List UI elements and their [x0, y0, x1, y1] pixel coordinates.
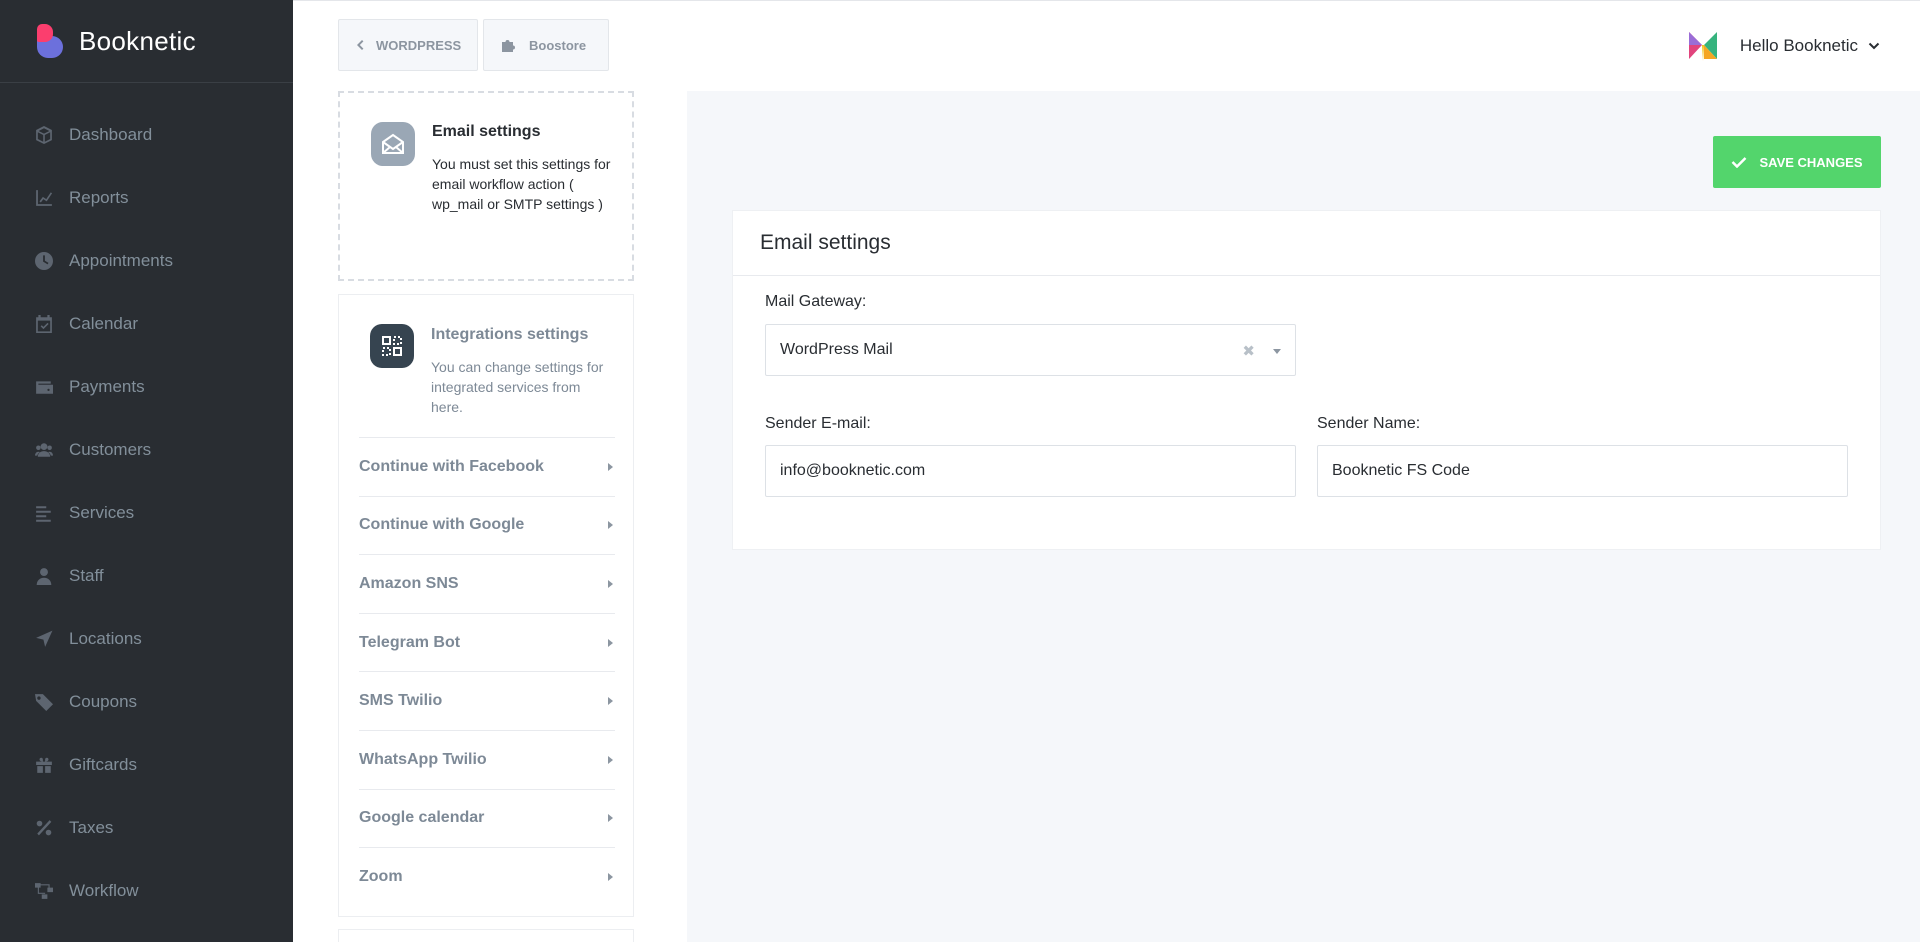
email-settings-card[interactable]: Email settings You must set this setting… — [338, 91, 634, 281]
sidebar-item-services[interactable]: Services — [0, 481, 293, 544]
sidebar-item-label: Coupons — [69, 691, 138, 711]
sender-name-label: Sender Name: — [1317, 415, 1421, 432]
user-menu[interactable]: Hello Booknetic — [1688, 29, 1880, 63]
integrations-settings-card[interactable]: Integrations settings You can change set… — [338, 294, 634, 917]
puzzle-icon — [502, 40, 515, 52]
sidebar-item-staff[interactable]: Staff — [0, 544, 293, 607]
users-icon — [35, 441, 53, 459]
sidebar-item-dashboard[interactable]: Dashboard — [0, 103, 293, 166]
sidebar-item-giftcards[interactable]: Giftcards — [0, 733, 293, 796]
sidebar-item-label: Giftcards — [69, 754, 138, 774]
sidebar-item-coupons[interactable]: Coupons — [0, 670, 293, 733]
mail-gateway-select[interactable]: WordPress Mail ✖ — [765, 324, 1296, 376]
sidebar-item-locations[interactable]: Locations — [0, 607, 293, 670]
clear-icon[interactable]: ✖ — [1242, 342, 1255, 360]
gift-icon — [35, 756, 53, 774]
email-settings-panel: Email settings Mail Gateway: WordPress M… — [732, 210, 1881, 550]
email-settings-title: Email settings — [432, 123, 541, 140]
sidebar-item-payments[interactable]: Payments — [0, 355, 293, 418]
percent-icon — [35, 819, 53, 837]
sidebar-item-appointments[interactable]: Appointments — [0, 229, 293, 292]
next-settings-card[interactable] — [338, 929, 634, 942]
integration-item-sms-twilio[interactable]: SMS Twilio — [359, 671, 615, 730]
integrations-icon — [370, 324, 414, 368]
chevron-left-icon — [357, 40, 364, 50]
tag-icon — [35, 693, 53, 711]
sidebar-item-reports[interactable]: Reports — [0, 166, 293, 229]
sender-email-label: Sender E-mail: — [765, 415, 871, 432]
integrations-settings-description: You can change settings for integrated s… — [431, 359, 604, 415]
sender-name-field[interactable]: Booknetic FS Code — [1317, 445, 1848, 497]
wordpress-back-button[interactable]: WORDPRESS — [338, 19, 478, 71]
integration-item-amazon-sns[interactable]: Amazon SNS — [359, 554, 615, 613]
sender-email-value: info@booknetic.com — [780, 462, 926, 479]
calendar-check-icon — [35, 314, 53, 333]
caret-right-icon — [608, 462, 613, 471]
sidebar-item-label: Reports — [69, 187, 129, 207]
clock-icon — [35, 251, 53, 270]
sidebar-item-label: Staff — [69, 565, 104, 585]
user-greeting: Hello Booknetic — [1739, 36, 1858, 55]
sidebar-item-label: Services — [69, 502, 135, 522]
sidebar-item-label: Dashboard — [69, 124, 153, 144]
caret-right-icon — [608, 521, 613, 530]
chevron-down-icon — [1868, 42, 1880, 50]
integrations-settings-title: Integrations settings — [431, 326, 589, 343]
boostore-label: Boostore — [529, 37, 587, 53]
caret-right-icon — [608, 697, 613, 706]
sidebar-item-workflow[interactable]: Workflow — [0, 859, 293, 922]
email-settings-description: You must set this settings for email wor… — [432, 156, 611, 212]
location-arrow-icon — [35, 630, 53, 648]
sidebar: Booknetic Dashboard Reports Appointments… — [0, 0, 293, 942]
save-changes-button[interactable]: SAVE CHANGES — [1713, 136, 1881, 188]
list-icon — [35, 504, 53, 522]
envelope-open-icon — [371, 122, 415, 166]
sidebar-item-label: Workflow — [69, 880, 139, 900]
integration-item-whatsapp-twilio[interactable]: WhatsApp Twilio — [359, 729, 615, 789]
caret-right-icon — [608, 814, 613, 823]
mail-gateway-value: WordPress Mail — [780, 341, 893, 358]
sidebar-item-taxes[interactable]: Taxes — [0, 796, 293, 859]
panel-title: Email settings — [733, 211, 1880, 276]
booknetic-logo-icon — [35, 22, 65, 60]
sidebar-item-label: Appointments — [69, 250, 173, 270]
settings-menu: Email settings You must set this setting… — [293, 91, 687, 942]
caret-right-icon — [608, 872, 613, 881]
caret-right-icon — [608, 579, 613, 588]
sidebar-nav: Dashboard Reports Appointments Calendar … — [0, 83, 293, 922]
sidebar-item-label: Taxes — [69, 817, 114, 837]
sidebar-item-label: Payments — [69, 376, 145, 396]
check-icon — [1732, 157, 1747, 168]
brand-name: Booknetic — [79, 25, 196, 56]
avatar — [1688, 32, 1717, 61]
sender-name-value: Booknetic FS Code — [1332, 462, 1470, 479]
caret-right-icon — [608, 638, 613, 647]
sidebar-item-customers[interactable]: Customers — [0, 418, 293, 481]
workflow-icon — [35, 882, 53, 900]
user-icon — [35, 567, 53, 585]
sidebar-item-label: Calendar — [69, 313, 138, 333]
chart-line-icon — [35, 189, 53, 207]
save-changes-label: SAVE CHANGES — [1759, 154, 1863, 170]
top-header: WORDPRESS Boostore Hello Booknetic — [293, 0, 1920, 91]
cube-icon — [35, 125, 53, 144]
integration-item-telegram-bot[interactable]: Telegram Bot — [359, 612, 615, 672]
wordpress-label: WORDPRESS — [376, 37, 462, 53]
integration-item-google[interactable]: Continue with Google — [359, 495, 615, 555]
sidebar-item-calendar[interactable]: Calendar — [0, 292, 293, 355]
caret-right-icon — [608, 755, 613, 764]
integrations-list: Continue with Facebook Continue with Goo… — [359, 437, 615, 906]
wallet-icon — [35, 378, 53, 396]
mail-gateway-label: Mail Gateway: — [765, 293, 867, 310]
sidebar-item-label: Customers — [69, 439, 152, 459]
caret-down-icon — [1273, 349, 1281, 354]
integration-item-google-calendar[interactable]: Google calendar — [359, 788, 615, 848]
integration-item-zoom[interactable]: Zoom — [359, 847, 615, 906]
sender-email-field[interactable]: info@booknetic.com — [765, 445, 1296, 497]
boostore-button[interactable]: Boostore — [483, 19, 609, 71]
integration-item-facebook[interactable]: Continue with Facebook — [359, 437, 615, 496]
sidebar-item-label: Locations — [69, 628, 142, 648]
brand[interactable]: Booknetic — [0, 0, 293, 83]
